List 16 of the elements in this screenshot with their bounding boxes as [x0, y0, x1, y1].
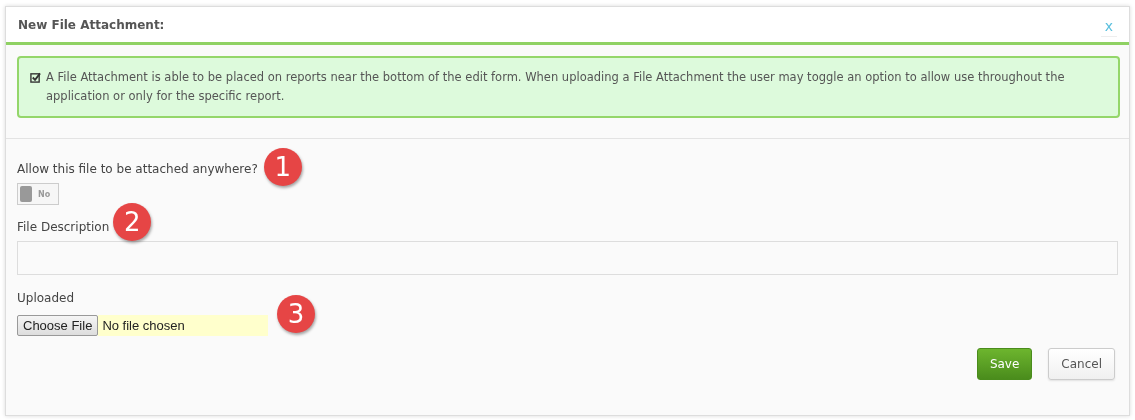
number-badge: 1 — [263, 148, 302, 186]
checkbox-icon — [30, 72, 41, 83]
cancel-button[interactable]: Cancel — [1048, 348, 1115, 380]
field-label: Uploaded — [17, 291, 75, 305]
toggle-switch[interactable]: No — [17, 183, 59, 205]
save-button[interactable]: Save — [976, 348, 1033, 380]
dialog-title: New File Attachment: — [18, 17, 165, 32]
notice-text: A File Attachment is able to be placed on reports near the bottom of the edit form. When uploading a File Attachment the user may toggle an option to allow use throughout the application or only for the specific report. — [46, 69, 1066, 105]
field-label: File Description — [17, 220, 110, 234]
close-button[interactable]: x — [1100, 16, 1117, 37]
file-status: No file chosen — [98, 315, 269, 336]
number-badge: 3 — [277, 295, 315, 333]
number-badge: 2 — [113, 203, 152, 241]
description-field[interactable] — [17, 241, 1118, 275]
choose-file-button[interactable]: Choose File — [17, 315, 99, 336]
field-label: Allow this file to be attached anywhere? — [17, 162, 258, 176]
